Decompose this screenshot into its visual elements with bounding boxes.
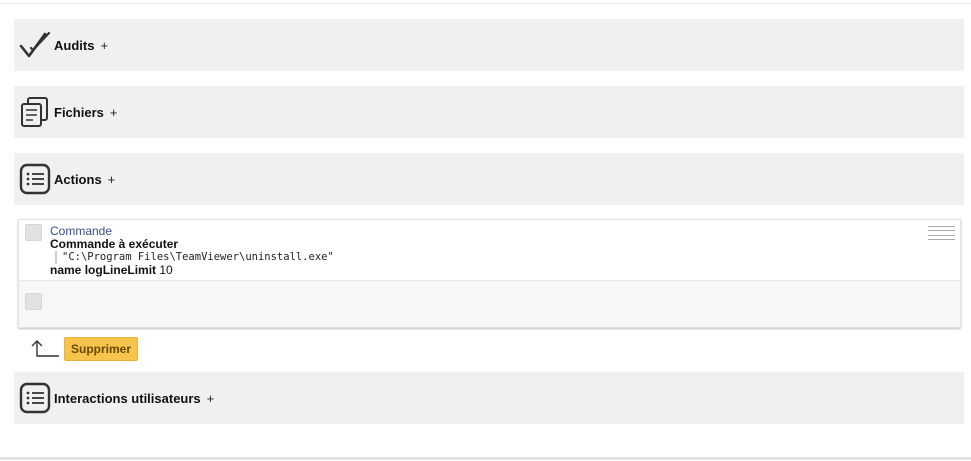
arrow-up-icon[interactable] bbox=[30, 339, 60, 359]
param-prefix: name bbox=[50, 262, 82, 277]
list-icon bbox=[18, 162, 52, 196]
action-label: Commande à exécuter bbox=[50, 236, 179, 251]
action-list: Commande Commande à exécuter "C:\Program… bbox=[18, 219, 961, 328]
action-controls: Supprimer bbox=[30, 337, 139, 361]
section-title: Fichiers bbox=[54, 104, 104, 120]
action-item[interactable]: Commande Commande à exécuter "C:\Program… bbox=[19, 220, 960, 281]
bottom-divider bbox=[0, 457, 971, 460]
section-title: Interactions utilisateurs bbox=[54, 390, 201, 406]
action-content: Commande Commande à exécuter "C:\Program… bbox=[50, 225, 334, 276]
files-icon bbox=[18, 95, 52, 129]
section-title: Audits bbox=[54, 37, 95, 53]
action-checkbox[interactable] bbox=[25, 224, 42, 241]
new-action-checkbox[interactable] bbox=[25, 293, 42, 310]
expand-toggle[interactable]: + bbox=[207, 391, 215, 406]
list-icon bbox=[18, 381, 52, 415]
param-value: 10 bbox=[159, 262, 173, 277]
expand-toggle[interactable]: + bbox=[110, 105, 118, 120]
param-name: logLineLimit bbox=[84, 262, 157, 277]
action-type: Commande bbox=[50, 224, 113, 238]
expand-toggle[interactable]: + bbox=[100, 38, 108, 53]
drag-handle-icon[interactable] bbox=[928, 226, 955, 240]
expand-toggle[interactable]: + bbox=[108, 172, 116, 187]
new-action-row[interactable] bbox=[19, 281, 960, 327]
delete-button[interactable]: Supprimer bbox=[64, 337, 139, 361]
section-actions[interactable]: Actions + bbox=[14, 153, 964, 205]
top-divider bbox=[0, 3, 971, 4]
section-user-interactions[interactable]: Interactions utilisateurs + bbox=[14, 372, 964, 424]
double-check-icon bbox=[18, 28, 52, 62]
section-audits[interactable]: Audits + bbox=[14, 19, 964, 71]
section-title: Actions bbox=[54, 171, 102, 187]
action-param: name logLineLimit 10 bbox=[50, 262, 334, 277]
section-files[interactable]: Fichiers + bbox=[14, 86, 964, 138]
